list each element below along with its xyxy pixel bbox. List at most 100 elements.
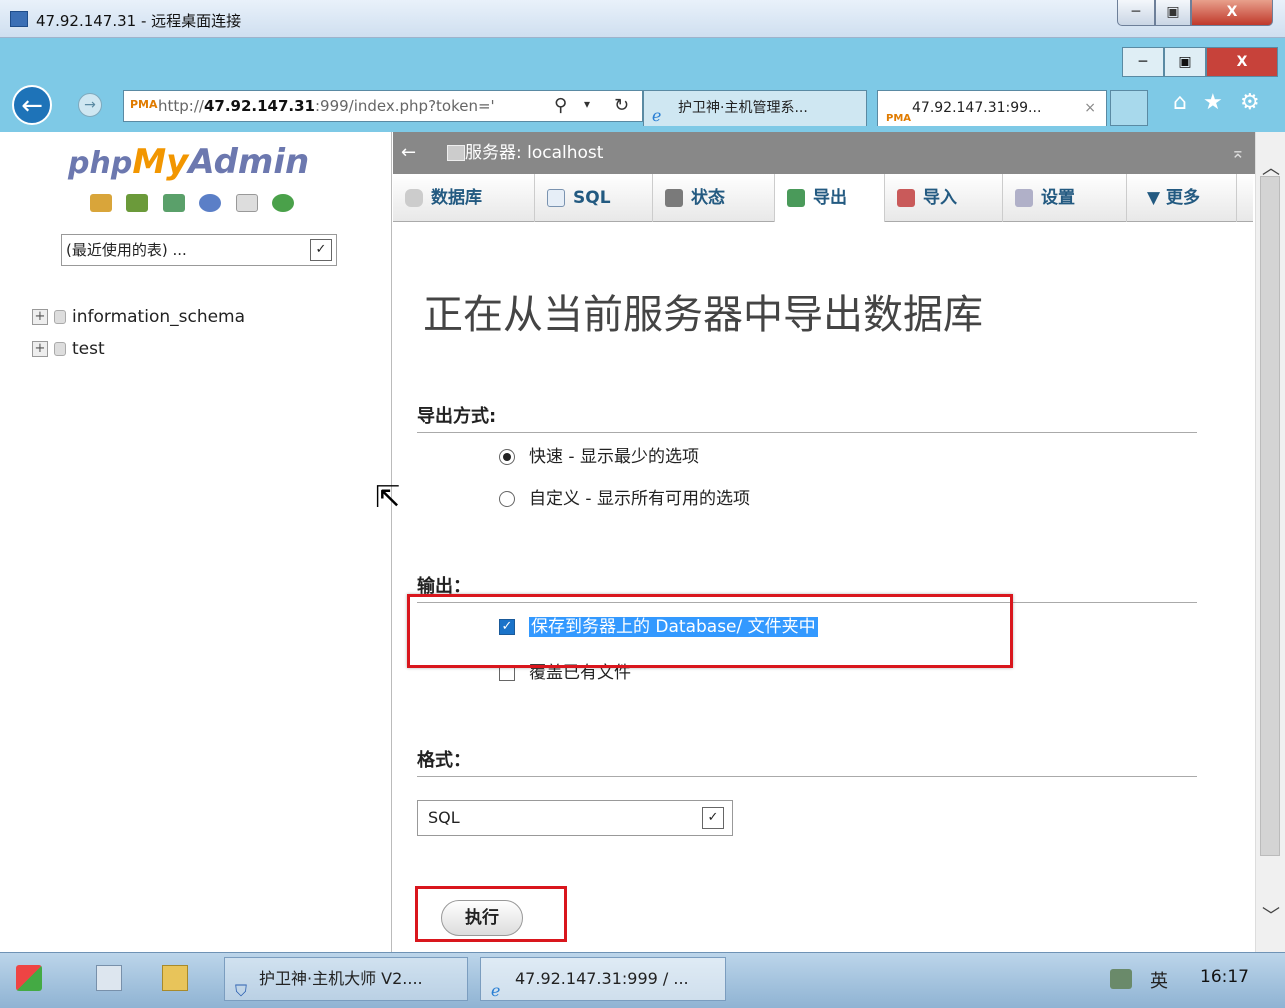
- export-method-heading: 导出方式:: [417, 402, 1197, 433]
- radio-button[interactable]: [499, 491, 515, 507]
- ie-logo-icon: ℯ: [652, 106, 662, 125]
- tab-sql[interactable]: SQL: [535, 174, 653, 222]
- server-manager-icon[interactable]: [96, 965, 122, 991]
- export-icon: [787, 189, 805, 207]
- taskbar-app-label: 护卫神·主机大师 V2....: [259, 969, 423, 988]
- db-name[interactable]: information_schema: [72, 307, 245, 327]
- scroll-down-icon[interactable]: ﹀: [1262, 902, 1280, 928]
- forward-arrow-icon[interactable]: →: [78, 93, 102, 117]
- chevron-down-icon[interactable]: ✓: [310, 239, 332, 261]
- server-breadcrumb-bar: ← 服务器: localhost ⌅: [393, 132, 1265, 174]
- database-icon: [54, 342, 66, 356]
- format-value: SQL: [428, 808, 460, 827]
- logout-icon[interactable]: [126, 194, 149, 212]
- tab-more[interactable]: ▼ 更多: [1127, 174, 1237, 222]
- browser-nav-bar: ← → PMA http://47.92.147.31:999/index.ph…: [0, 78, 1285, 132]
- radio-quick[interactable]: 快速 - 显示最少的选项: [499, 444, 699, 470]
- format-heading: 格式：: [417, 746, 1197, 777]
- mouse-cursor-icon: ⇱: [375, 480, 401, 515]
- chevron-down-icon[interactable]: ✓: [702, 807, 724, 829]
- rdp-title-bar: 47.92.147.31 - 远程桌面连接 ─ ▣ X: [0, 0, 1285, 38]
- expand-icon[interactable]: +: [32, 341, 48, 357]
- tab-title: 47.92.147.31:99...: [912, 100, 1042, 116]
- page-scrollbar[interactable]: ︿ ﹀: [1255, 132, 1285, 952]
- import-icon: [897, 189, 915, 207]
- back-arrow-icon[interactable]: ←: [12, 85, 52, 125]
- tab-hws-host-manager[interactable]: ℯ 护卫神·主机管理系...: [643, 90, 867, 126]
- server-icon: [447, 145, 465, 161]
- rdp-window-title: 47.92.147.31 - 远程桌面连接: [36, 12, 242, 30]
- refresh-icon[interactable]: ↻: [614, 95, 629, 116]
- pma-favicon-icon: PMA: [886, 113, 912, 124]
- gear-icon[interactable]: ⚙: [1240, 90, 1260, 115]
- tab-databases[interactable]: 数据库: [393, 174, 535, 222]
- ime-indicator[interactable]: 英: [1150, 967, 1168, 993]
- db-tree-item[interactable]: + information_schema: [32, 304, 245, 330]
- favorites-star-icon[interactable]: ★: [1203, 90, 1223, 115]
- docs-icon[interactable]: [235, 194, 258, 212]
- address-url[interactable]: http://47.92.147.31:999/index.php?token=…: [158, 97, 546, 115]
- shield-icon: ⛉: [235, 981, 248, 1000]
- collapse-top-icon[interactable]: ⌅: [1231, 132, 1245, 174]
- annotation-highlight-box: [407, 594, 1013, 668]
- address-bar[interactable]: PMA http://47.92.147.31:999/index.php?to…: [123, 90, 643, 122]
- scroll-thumb[interactable]: [1260, 176, 1280, 856]
- pma-main-panel: ← 服务器: localhost ⌅ 数据库 SQL 状态 导出 导入 设置 ▼…: [393, 132, 1265, 952]
- ie-minimize-button[interactable]: ─: [1122, 47, 1164, 77]
- status-chart-icon: [665, 189, 683, 207]
- nav-quick-icons: [90, 194, 310, 216]
- home-icon[interactable]: [90, 194, 112, 212]
- tab-export[interactable]: 导出: [775, 174, 885, 222]
- recent-tables-select[interactable]: (最近使用的表) ... ✓: [61, 234, 337, 266]
- server-breadcrumb[interactable]: 服务器: localhost: [465, 132, 603, 174]
- new-tab-button[interactable]: [1110, 90, 1148, 126]
- tab-close-icon[interactable]: ×: [1084, 91, 1096, 125]
- db-tree-item[interactable]: + test: [32, 336, 105, 362]
- rdp-app-icon: [10, 11, 28, 27]
- start-button-icon[interactable]: [16, 965, 42, 991]
- tab-phpmyadmin[interactable]: PMA 47.92.147.31:99... ×: [877, 90, 1107, 126]
- rdp-minimize-button[interactable]: ─: [1117, 0, 1155, 26]
- tab-title: 护卫神·主机管理系...: [678, 100, 808, 116]
- ie-close-button[interactable]: X: [1206, 47, 1278, 77]
- radio-custom[interactable]: 自定义 - 显示所有可用的选项: [499, 486, 750, 512]
- tab-settings[interactable]: 设置: [1003, 174, 1127, 222]
- taskbar-app-label: 47.92.147.31:999 / ...: [515, 969, 689, 988]
- dropdown-icon[interactable]: ▾: [584, 97, 590, 111]
- taskbar-app-hws[interactable]: ⛉ 护卫神·主机大师 V2....: [224, 957, 468, 1001]
- tab-import[interactable]: 导入: [885, 174, 1003, 222]
- home-icon[interactable]: ⌂: [1173, 90, 1187, 115]
- pma-navigation-panel: phpMyAdmin (最近使用的表) ... ✓ + information_s…: [0, 132, 392, 952]
- folder-icon[interactable]: [162, 965, 188, 991]
- ie-logo-icon: ℯ: [491, 981, 501, 1000]
- format-select[interactable]: SQL ✓: [417, 800, 733, 836]
- clock[interactable]: 16:17: [1200, 967, 1249, 987]
- rdp-close-button[interactable]: X: [1191, 0, 1273, 26]
- radio-label: 快速 - 显示最少的选项: [529, 447, 699, 467]
- wrench-icon: [1015, 189, 1033, 207]
- radio-label: 自定义 - 显示所有可用的选项: [529, 489, 750, 509]
- phpmyadmin-logo[interactable]: phpMyAdmin: [68, 142, 309, 182]
- database-icon: [405, 189, 423, 207]
- collapse-nav-icon[interactable]: ←: [401, 132, 416, 174]
- taskbar-app-ie[interactable]: ℯ 47.92.147.31:999 / ...: [480, 957, 726, 1001]
- expand-icon[interactable]: +: [32, 309, 48, 325]
- query-window-icon[interactable]: [162, 194, 185, 212]
- tab-status[interactable]: 状态: [653, 174, 775, 222]
- sql-icon: [547, 189, 565, 207]
- radio-button-selected[interactable]: [499, 449, 515, 465]
- taskbar: ⛉ 护卫神·主机大师 V2.... ℯ 47.92.147.31:999 / ...…: [0, 952, 1285, 1008]
- page-title: 正在从当前服务器中导出数据库: [423, 292, 983, 338]
- database-icon: [54, 310, 66, 324]
- db-name[interactable]: test: [72, 339, 105, 359]
- reload-icon[interactable]: [272, 194, 295, 212]
- search-icon[interactable]: ⚲: [554, 95, 567, 116]
- network-icon[interactable]: [1110, 969, 1132, 989]
- recent-tables-value: (最近使用的表) ...: [66, 241, 187, 259]
- rdp-restore-button[interactable]: ▣: [1155, 0, 1191, 26]
- ie-window-bar: ─ ▣ X: [0, 38, 1285, 78]
- help-icon[interactable]: [199, 194, 222, 212]
- annotation-highlight-box: [415, 886, 567, 942]
- ie-restore-button[interactable]: ▣: [1164, 47, 1206, 77]
- export-form: 正在从当前服务器中导出数据库 导出方式: 快速 - 显示最少的选项 自定义 - …: [393, 222, 1253, 952]
